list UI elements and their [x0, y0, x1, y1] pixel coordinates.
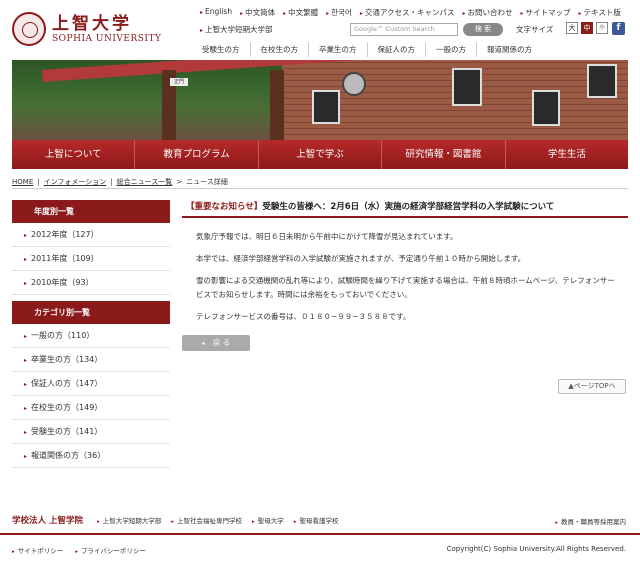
utility-link-chinese-traditional[interactable]: 中文繁體 — [283, 7, 318, 18]
back-button[interactable]: 戻 る — [182, 335, 250, 351]
footer-group-links: 学校法人 上智学院 上智大学短期大学部 上智社会福祉専門学校 聖母大学 聖母看護… — [12, 514, 349, 526]
sidebar: 年度別一覧 2012年度（127） 2011年度（109） 2010年度（93）… — [12, 200, 170, 468]
gate-emblem-icon — [342, 72, 366, 96]
article-paragraph: 雪の影響による交通機関の乱れ等により、試験時間を繰り下げて実施する場合は、午前８… — [196, 276, 615, 299]
divider — [12, 188, 628, 189]
audience-link-applicants[interactable]: 受験生の方 — [192, 42, 250, 57]
text-size-label: 文字サイズ — [516, 25, 554, 34]
sidebar-item-2010[interactable]: 2010年度（93） — [12, 271, 170, 295]
audience-link-guardians[interactable]: 保証人の方 — [366, 42, 426, 57]
footer-link-seibo-college[interactable]: 聖母大学 — [252, 515, 284, 525]
utility-link-english[interactable]: English — [200, 7, 232, 18]
footer-link-seibo-nursing[interactable]: 聖母看護学校 — [294, 515, 339, 525]
nav-education[interactable]: 教育プログラム — [134, 140, 258, 169]
article-paragraph: テレフォンサービスの番号は、０１８０−９９−３５８８です。 — [196, 312, 411, 321]
footer-link-privacy-policy[interactable]: プライバシーポリシー — [75, 545, 146, 555]
footer-link-site-policy[interactable]: サイトポリシー — [12, 545, 64, 555]
audience-link-students[interactable]: 在校生の方 — [249, 42, 309, 57]
audience-link-press[interactable]: 報道関係の方 — [476, 42, 542, 57]
sidebar-item-alumni[interactable]: 卒業生の方（134） — [12, 348, 170, 372]
text-size-medium-button[interactable]: 中 — [581, 22, 593, 34]
article-title-text: 受験生の皆様へ：2月6日（水）実施の経済学部経営学科の入学試験について — [262, 202, 555, 212]
site-logo[interactable]: 上智大学 SOPHIA UNIVERSITY — [12, 12, 161, 46]
sidebar-item-2012[interactable]: 2012年度（127） — [12, 223, 170, 247]
breadcrumb: HOME | インフォメーション | 総合ニュース一覧 > ニュース詳細 — [12, 178, 228, 186]
page-top-button[interactable]: ▲ページTOPへ — [558, 379, 626, 394]
nav-study[interactable]: 上智で学ぶ — [257, 140, 382, 169]
sidebar-heading-years: 年度別一覧 — [12, 200, 170, 223]
utility-link-sitemap[interactable]: サイトマップ — [521, 7, 571, 18]
audience-link-alumni[interactable]: 卒業生の方 — [308, 42, 367, 57]
sidebar-item-applicants[interactable]: 受験生の方（141） — [12, 420, 170, 444]
sidebar-item-guardians[interactable]: 保証人の方（147） — [12, 372, 170, 396]
search-input[interactable]: Google™ Custom Search — [350, 23, 458, 36]
sidebar-item-2011[interactable]: 2011年度（109） — [12, 247, 170, 271]
utility-link-chinese-simplified[interactable]: 中文简体 — [240, 7, 275, 18]
footer-org-name[interactable]: 学校法人 上智学院 — [12, 514, 83, 526]
utility-links: English 中文简体 中文繁體 한국어 交通アクセス・キャンパス お問い合わ… — [200, 7, 621, 18]
nav-research-library[interactable]: 研究情報・図書館 — [381, 140, 505, 169]
university-seal-icon — [12, 12, 46, 46]
utility-link-text-version[interactable]: テキスト版 — [579, 7, 621, 18]
text-size-large-button[interactable]: 大 — [566, 22, 578, 34]
nav-student-life[interactable]: 学生生活 — [504, 140, 629, 169]
breadcrumb-current: ニュース詳細 — [186, 178, 228, 186]
footer-link-recruitment[interactable]: 教員・職員等採用案内 — [555, 516, 626, 526]
nav-about[interactable]: 上智について — [12, 140, 135, 169]
article: 【重要なお知らせ】受験生の皆様へ：2月6日（水）実施の経済学部経営学科の入学試験… — [182, 198, 628, 324]
article-paragraph: 気象庁予報では、明日６日未明から午前中にかけて降雪が見込まれています。 — [196, 232, 458, 241]
main-nav: 上智について 教育プログラム 上智で学ぶ 研究情報・図書館 学生生活 — [12, 140, 629, 169]
article-title: 【重要なお知らせ】受験生の皆様へ：2月6日（水）実施の経済学部経営学科の入学試験… — [182, 198, 628, 218]
logo-english: SOPHIA UNIVERSITY — [52, 33, 162, 44]
footer-link-social-welfare[interactable]: 上智社会福祉専門学校 — [171, 515, 242, 525]
sidebar-item-students[interactable]: 在校生の方（149） — [12, 396, 170, 420]
logo-japanese: 上智大学 — [52, 13, 132, 34]
article-paragraph: 本学では、経済学部経営学科の入学試験が実施されますが、予定通り午前１０時から開始… — [196, 254, 526, 263]
breadcrumb-home[interactable]: HOME — [12, 178, 33, 186]
junior-college-link[interactable]: 上智大学短期大学部 — [200, 24, 273, 35]
important-tag: 【重要なお知らせ】 — [186, 202, 263, 212]
utility-link-korean[interactable]: 한국어 — [326, 7, 352, 18]
sidebar-item-public[interactable]: 一般の方（110） — [12, 324, 170, 348]
search-button[interactable]: 検 索 — [463, 23, 503, 36]
footer-divider — [0, 533, 640, 535]
footer-policies: サイトポリシー プライバシーポリシー — [12, 545, 146, 555]
utility-link-access[interactable]: 交通アクセス・キャンパス — [360, 7, 455, 18]
audience-link-public[interactable]: 一般の方 — [425, 42, 476, 57]
footer-link-junior-college[interactable]: 上智大学短期大学部 — [97, 515, 162, 525]
text-size-small-button[interactable]: 小 — [596, 22, 608, 34]
facebook-icon[interactable]: f — [612, 22, 625, 35]
breadcrumb-news-list[interactable]: 総合ニュース一覧 — [117, 178, 173, 186]
site-header: 上智大学 SOPHIA UNIVERSITY English 中文简体 中文繁體… — [0, 0, 640, 60]
sidebar-item-press[interactable]: 報道関係の方（36） — [12, 444, 170, 468]
copyright: Copyright(C) Sophia University.All Right… — [446, 545, 626, 553]
utility-link-contact[interactable]: お問い合わせ — [463, 7, 513, 18]
breadcrumb-information[interactable]: インフォメーション — [44, 178, 107, 186]
sidebar-heading-categories: カテゴリ別一覧 — [12, 301, 170, 324]
hero-image: 正門 — [12, 60, 628, 140]
gate-sign: 正門 — [170, 78, 188, 86]
audience-nav: 受験生の方 在校生の方 卒業生の方 保証人の方 一般の方 報道関係の方 — [192, 42, 542, 57]
